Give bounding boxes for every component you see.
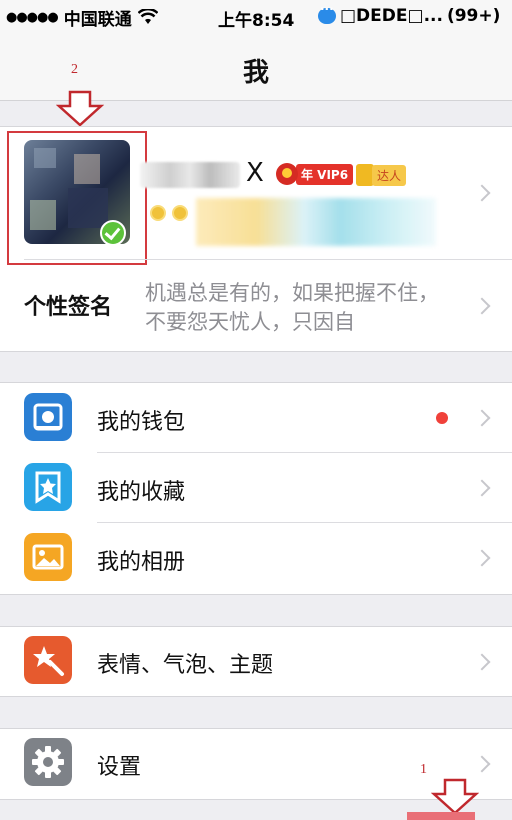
menu-item-favorites[interactable]	[0, 453, 512, 522]
notification-text: □DEDE□...	[340, 6, 443, 26]
chevron-right-icon	[473, 549, 491, 567]
chevron-right-icon	[473, 409, 491, 427]
menu-item-label: 表情、气泡、主题	[97, 653, 274, 678]
tab-bar-highlight	[407, 812, 475, 820]
level-info-blurred	[196, 198, 436, 246]
sun-level-icon	[172, 205, 188, 221]
favorites-icon	[24, 463, 72, 511]
settings-icon	[24, 738, 72, 786]
menu-item-label: 我的收藏	[97, 480, 186, 505]
carrier-name: 中国联通	[63, 9, 132, 30]
chevron-right-icon	[473, 184, 491, 202]
sun-level-icon	[150, 205, 166, 221]
level-icons	[150, 205, 188, 221]
wifi-icon	[137, 9, 158, 24]
vip-badge[interactable]: 年 VIP6	[276, 163, 354, 185]
message-bubble-icon	[318, 2, 336, 24]
annotation-arrow-icon	[431, 778, 479, 815]
menu-item-album[interactable]	[0, 523, 512, 592]
menu-item-label: 我的钱包	[97, 410, 186, 435]
signature-text: 机遇总是有的，如果把握不住，不要怨天忧人，只因自	[145, 281, 439, 334]
menu-item-label: 我的相册	[97, 550, 186, 575]
daren-badge[interactable]: 达人	[356, 164, 407, 186]
profile-name-suffix: X	[246, 158, 264, 188]
wallet-icon	[24, 393, 72, 441]
status-time: 上午8:54	[218, 11, 295, 31]
chevron-right-icon	[473, 479, 491, 497]
chevron-right-icon	[473, 297, 491, 315]
annotation-arrow-icon	[56, 90, 104, 127]
status-bar: ●●●●● 中国联通 上午8:54 □DEDE□... (99+)	[0, 0, 512, 34]
signature-label: 个性签名	[24, 295, 113, 320]
notification-count: (99+)	[446, 6, 501, 26]
notification-dot	[436, 412, 448, 424]
chevron-right-icon	[473, 653, 491, 671]
daren-label: 达人	[372, 164, 407, 186]
annotation-number-1: 1	[420, 762, 427, 777]
annotation-highlight-box	[7, 131, 147, 265]
signal-icon: ●●●●●	[6, 9, 59, 25]
menu-item-label: 设置	[97, 755, 142, 780]
album-icon	[24, 533, 72, 581]
annotation-number-2: 2	[71, 62, 78, 77]
penguin-icon	[276, 163, 298, 185]
profile-name-blurred	[140, 162, 240, 188]
chevron-right-icon	[473, 755, 491, 773]
theme-icon	[24, 636, 72, 684]
vip-label: 年 VIP6	[296, 163, 354, 185]
